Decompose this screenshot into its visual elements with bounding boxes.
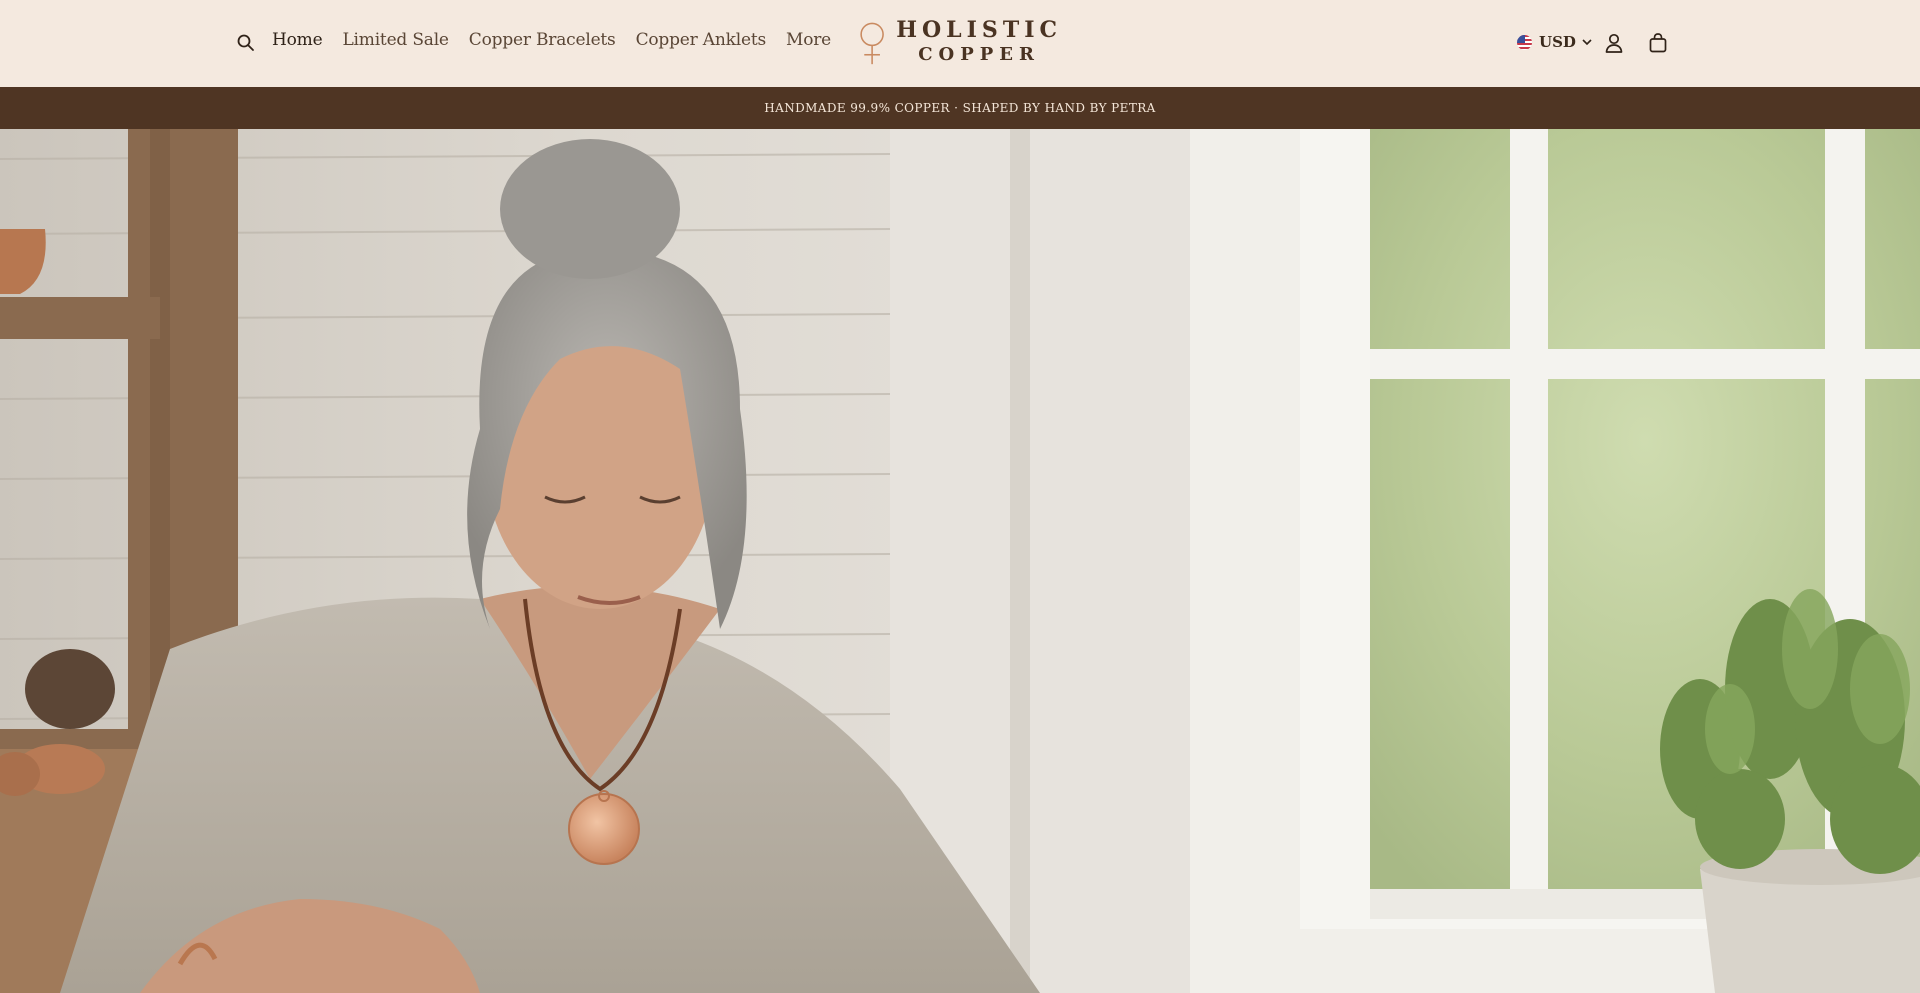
- chevron-down-icon: [1582, 39, 1592, 46]
- announcement-text: HANDMADE 99.9% COPPER · SHAPED BY HAND B…: [764, 101, 1156, 115]
- site-header: Home Limited Sale Copper Bracelets Coppe…: [0, 0, 1920, 87]
- account-icon[interactable]: [1604, 32, 1624, 54]
- nav-more[interactable]: More: [786, 30, 831, 50]
- hero-illustration: [0, 129, 1920, 993]
- nav-limited-sale[interactable]: Limited Sale: [342, 30, 449, 50]
- hero-image: [0, 129, 1920, 993]
- nav-copper-bracelets[interactable]: Copper Bracelets: [469, 30, 616, 50]
- logo-text-line1: HOLISTIC: [896, 17, 1062, 43]
- us-flag-icon: [1517, 34, 1532, 50]
- announcement-bar: HANDMADE 99.9% COPPER · SHAPED BY HAND B…: [0, 87, 1920, 129]
- main-nav: Home Limited Sale Copper Bracelets Coppe…: [272, 30, 851, 50]
- currency-label: USD: [1539, 33, 1576, 51]
- nav-copper-anklets[interactable]: Copper Anklets: [636, 30, 767, 50]
- venus-logo-icon: [860, 22, 884, 65]
- currency-selector[interactable]: USD: [1517, 33, 1593, 51]
- cart-icon[interactable]: [1648, 32, 1668, 54]
- search-icon[interactable]: [236, 33, 256, 53]
- brand-logo[interactable]: HOLISTIC COPPER: [858, 14, 1062, 72]
- nav-home[interactable]: Home: [272, 30, 323, 50]
- logo-text-line2: COPPER: [918, 44, 1040, 65]
